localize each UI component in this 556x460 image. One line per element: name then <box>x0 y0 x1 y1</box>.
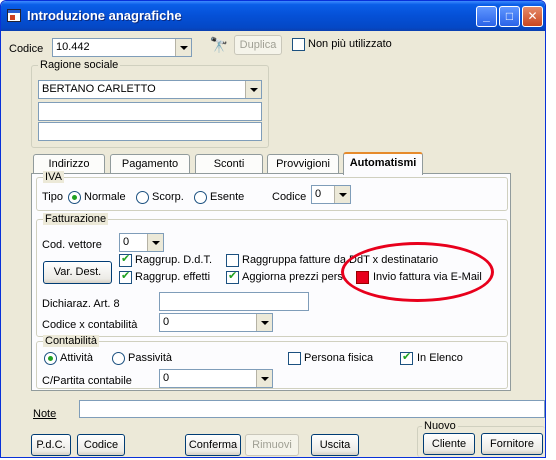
partita-contabile-label: C/Partita contabile <box>42 375 132 387</box>
codice-contabilita-label: Codice x contabilità <box>42 319 138 331</box>
chevron-down-icon[interactable] <box>175 39 191 56</box>
persona-fisica-checkbox[interactable] <box>288 352 301 365</box>
nuovo-cliente-button[interactable]: Cliente <box>423 433 475 455</box>
tab-pagamento[interactable]: Pagamento <box>110 154 190 174</box>
iva-codice-value: 0 <box>315 188 322 200</box>
app-window-icon <box>7 9 21 22</box>
ragione-sociale-combo[interactable]: BERTANO CARLETTO <box>38 80 262 99</box>
tab-provvigioni[interactable]: Provvigioni <box>267 154 339 174</box>
attivita-label: Attività <box>60 352 94 364</box>
tipo-label: Tipo <box>42 191 63 203</box>
esente-radio[interactable] <box>194 191 207 204</box>
cod-vettore-label: Cod. vettore <box>42 239 102 251</box>
pdc-button[interactable]: P.d.C. <box>31 434 71 456</box>
title-bar[interactable]: Introduzione anagrafiche _ □ ✕ <box>1 1 545 31</box>
raggrup-ddt-label: Raggrup. D.d.T. <box>135 254 213 266</box>
window-title: Introduzione anagrafiche <box>27 8 182 23</box>
partita-contabile-value: 0 <box>163 372 170 384</box>
dichiaraz-label: Dichiaraz. Art. 8 <box>42 298 120 310</box>
in-elenco-checkbox[interactable] <box>400 350 413 365</box>
note-label: Note <box>33 408 57 420</box>
nuovo-fornitore-button[interactable]: Fornitore <box>481 433 543 455</box>
conferma-button[interactable]: Conferma <box>185 434 241 456</box>
tab-sconti[interactable]: Sconti <box>195 154 263 174</box>
persona-fisica-label: Persona fisica <box>304 352 374 364</box>
in-elenco-label: In Elenco <box>417 352 463 364</box>
cod-vettore-combo[interactable]: 0 <box>119 233 164 252</box>
var-dest-button[interactable]: Var. Dest. <box>43 261 112 284</box>
raggrup-ddt-checkbox[interactable] <box>119 252 132 267</box>
iva-codice-label: Codice <box>272 191 307 203</box>
tab-automatismi[interactable]: Automatismi <box>343 152 423 175</box>
fatturazione-title: Fatturazione <box>43 213 109 225</box>
chevron-down-icon[interactable] <box>334 186 350 203</box>
invio-fattura-email-checkbox[interactable] <box>356 271 369 284</box>
codice-contabilita-combo[interactable]: 0 <box>159 313 273 332</box>
chevron-down-icon[interactable] <box>256 314 272 331</box>
ragione-sociale-line3[interactable] <box>38 122 262 141</box>
passivita-radio[interactable] <box>112 352 125 365</box>
maximize-button[interactable]: □ <box>499 6 520 27</box>
raggruppa-fatture-label: Raggruppa fatture da DdT x destinatario <box>242 254 439 266</box>
normale-radio[interactable] <box>68 191 81 204</box>
ragione-sociale-title: Ragione sociale <box>38 59 121 71</box>
ragione-sociale-line2[interactable] <box>38 102 262 121</box>
non-piu-utilizzato-label: Non più utilizzato <box>308 38 392 50</box>
codice-label: Codice <box>9 43 44 55</box>
raggruppa-fatture-checkbox[interactable] <box>226 254 239 267</box>
minimize-button[interactable]: _ <box>476 6 497 27</box>
chevron-down-icon[interactable] <box>256 370 272 387</box>
chevron-down-icon[interactable] <box>245 81 261 98</box>
non-piu-utilizzato-checkbox[interactable] <box>292 38 305 51</box>
scorp-radio[interactable] <box>136 191 149 204</box>
duplica-button[interactable]: Duplica <box>234 35 282 55</box>
aggiorna-prezzi-checkbox[interactable] <box>226 269 239 284</box>
iva-codice-combo[interactable]: 0 <box>311 185 351 204</box>
contabilita-title: Contabilità <box>43 335 99 347</box>
binoculars-search-icon[interactable]: 🔭 <box>208 36 230 56</box>
iva-title: IVA <box>43 171 64 183</box>
aggiorna-prezzi-label: Aggiorna prezzi pers. <box>242 271 346 283</box>
codice-contabilita-value: 0 <box>163 316 170 328</box>
automatismi-panel: IVA Tipo Normale Scorp. Esente Codice 0 … <box>31 171 511 391</box>
normale-label: Normale <box>84 191 126 203</box>
note-input[interactable] <box>79 400 545 418</box>
attivita-radio[interactable] <box>44 352 57 365</box>
ragione-sociale-value: BERTANO CARLETTO <box>42 83 156 95</box>
close-button[interactable]: ✕ <box>522 6 543 27</box>
esente-label: Esente <box>210 191 245 203</box>
main-window: Introduzione anagrafiche _ □ ✕ Codice 10… <box>0 0 546 458</box>
uscita-button[interactable]: Uscita <box>311 434 359 456</box>
rimuovi-button[interactable]: Rimuovi <box>245 434 299 456</box>
scorp-label: Scorp. <box>152 191 184 203</box>
chevron-down-icon[interactable] <box>147 234 163 251</box>
raggrup-effetti-checkbox[interactable] <box>119 269 132 284</box>
codice-value: 10.442 <box>56 41 90 53</box>
nuovo-title: Nuovo <box>422 420 458 432</box>
passivita-label: Passività <box>128 352 173 364</box>
dichiaraz-input[interactable] <box>159 292 309 311</box>
cod-vettore-value: 0 <box>123 236 130 248</box>
codice-button[interactable]: Codice <box>77 434 125 456</box>
partita-contabile-combo[interactable]: 0 <box>159 369 273 388</box>
raggrup-effetti-label: Raggrup. effetti <box>135 271 211 283</box>
invio-fattura-email-label: Invio fattura via E-Mail <box>373 271 482 283</box>
codice-combo[interactable]: 10.442 <box>52 38 192 57</box>
